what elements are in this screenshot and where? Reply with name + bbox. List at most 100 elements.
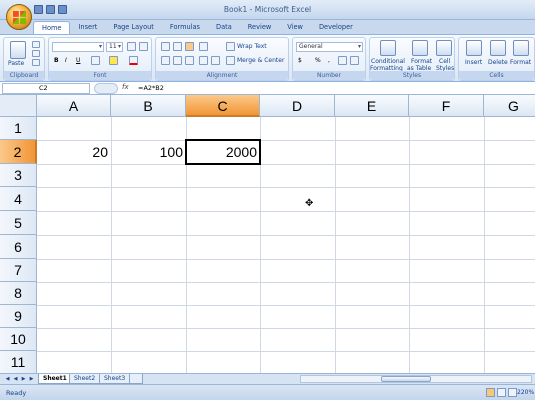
font-color-icon[interactable] — [129, 56, 138, 65]
row-header-8[interactable]: 8 — [0, 282, 37, 305]
shrink-font-icon[interactable] — [139, 42, 148, 51]
column-header-g[interactable]: G — [484, 95, 535, 117]
fill-color-icon[interactable] — [109, 56, 118, 65]
tab-formulas[interactable]: Formulas — [162, 21, 208, 35]
horizontal-scrollbar[interactable] — [300, 375, 532, 383]
first-sheet-icon[interactable]: ◀ — [4, 375, 11, 383]
worksheet-grid[interactable]: A B C D E F G 1 2 3 4 5 6 7 8 9 10 11 20… — [0, 95, 535, 373]
last-sheet-icon[interactable]: ▶ — [28, 375, 35, 383]
format-painter-icon[interactable] — [32, 59, 40, 66]
wrap-text-button[interactable]: Wrap Text — [237, 43, 267, 50]
decrease-indent-icon[interactable] — [199, 56, 208, 65]
borders-icon[interactable] — [91, 56, 100, 65]
status-mode: Ready — [6, 389, 27, 397]
row-header-9[interactable]: 9 — [0, 305, 37, 328]
gridline — [409, 117, 410, 373]
format-cells-icon[interactable] — [513, 40, 529, 56]
font-name-select[interactable] — [52, 42, 104, 52]
merge-center-icon[interactable] — [226, 56, 235, 65]
tab-review[interactable]: Review — [240, 21, 280, 35]
align-middle-icon[interactable] — [173, 42, 182, 51]
column-header-e[interactable]: E — [335, 95, 409, 117]
align-center-icon[interactable] — [173, 56, 182, 65]
increase-indent-icon[interactable] — [211, 56, 220, 65]
align-bottom-icon[interactable] — [185, 42, 194, 51]
number-format-select[interactable]: General — [296, 42, 363, 52]
insert-cells-icon[interactable] — [466, 40, 482, 56]
row-header-11[interactable]: 11 — [0, 351, 37, 373]
column-header-f[interactable]: F — [409, 95, 484, 117]
formula-bar-grip[interactable] — [94, 83, 118, 94]
tab-page-layout[interactable]: Page Layout — [105, 21, 161, 35]
normal-view-icon[interactable] — [486, 388, 495, 397]
name-box[interactable]: C2 — [2, 83, 90, 94]
tab-view[interactable]: View — [279, 21, 311, 35]
office-button[interactable] — [6, 4, 32, 30]
align-top-icon[interactable] — [161, 42, 170, 51]
copy-icon[interactable] — [32, 50, 40, 57]
comma-button[interactable]: , — [328, 57, 330, 64]
row-header-3[interactable]: 3 — [0, 164, 37, 187]
column-header-c[interactable]: C — [186, 95, 260, 117]
increase-decimal-icon[interactable] — [338, 56, 347, 65]
currency-button[interactable]: $ — [298, 57, 302, 64]
merge-center-button[interactable]: Merge & Center — [237, 57, 284, 64]
format-cells-button[interactable]: Format — [510, 59, 531, 66]
underline-button[interactable]: U — [76, 57, 80, 64]
sheet-tab-3[interactable]: Sheet3 — [99, 374, 131, 384]
cells-label: Cells — [459, 71, 534, 80]
sheet-tab-1[interactable]: Sheet1 — [38, 374, 72, 384]
italic-button[interactable]: I — [65, 57, 67, 64]
format-as-table-button[interactable]: Format — [411, 58, 432, 65]
next-sheet-icon[interactable]: ▶ — [20, 375, 27, 383]
font-size-select[interactable]: 11 — [106, 42, 123, 52]
clipboard-group: Paste Clipboard — [3, 37, 45, 81]
row-header-1[interactable]: 1 — [0, 117, 37, 140]
paste-button[interactable]: Paste — [8, 60, 24, 67]
wrap-text-icon[interactable] — [226, 42, 235, 51]
select-all-corner[interactable] — [0, 95, 37, 117]
cut-icon[interactable] — [32, 41, 40, 48]
horizontal-scroll-thumb[interactable] — [381, 376, 431, 382]
zoom-level[interactable]: 220% — [517, 389, 534, 396]
cell-styles-icon[interactable] — [436, 40, 452, 56]
insert-cells-button[interactable]: Insert — [465, 59, 482, 66]
decrease-decimal-icon[interactable] — [350, 56, 359, 65]
sheet-tab-2[interactable]: Sheet2 — [69, 374, 101, 384]
bold-button[interactable]: B — [54, 57, 59, 64]
row-header-7[interactable]: 7 — [0, 259, 37, 282]
row-header-2[interactable]: 2 — [0, 140, 37, 164]
page-layout-view-icon[interactable] — [497, 388, 506, 397]
row-header-6[interactable]: 6 — [0, 235, 37, 259]
orientation-icon[interactable] — [199, 42, 208, 51]
conditional-formatting-button[interactable]: Conditional — [371, 58, 405, 65]
format-as-table-icon[interactable] — [412, 40, 428, 56]
percent-button[interactable]: % — [315, 57, 321, 64]
conditional-formatting-icon[interactable] — [380, 40, 396, 56]
cell-styles-button[interactable]: Cell — [439, 58, 450, 65]
cell-b2[interactable]: 100 — [111, 141, 186, 164]
tab-data[interactable]: Data — [208, 21, 240, 35]
column-header-b[interactable]: B — [111, 95, 186, 117]
page-break-view-icon[interactable] — [508, 388, 517, 397]
delete-cells-icon[interactable] — [490, 40, 506, 56]
paste-icon[interactable] — [10, 41, 26, 59]
tab-insert[interactable]: Insert — [70, 21, 105, 35]
row-header-4[interactable]: 4 — [0, 187, 37, 211]
number-group: General $ % , Number — [292, 37, 366, 81]
row-header-10[interactable]: 10 — [0, 328, 37, 351]
column-header-d[interactable]: D — [260, 95, 335, 117]
row-header-5[interactable]: 5 — [0, 211, 37, 235]
insert-sheet-icon[interactable] — [129, 374, 143, 384]
insert-function-icon[interactable]: fx — [122, 83, 129, 91]
formula-input[interactable]: =A2*B2 — [138, 84, 164, 92]
align-left-icon[interactable] — [161, 56, 170, 65]
column-header-a[interactable]: A — [37, 95, 111, 117]
align-right-icon[interactable] — [185, 56, 194, 65]
cell-a2[interactable]: 20 — [37, 141, 111, 164]
prev-sheet-icon[interactable]: ◀ — [12, 375, 19, 383]
grow-font-icon[interactable] — [127, 42, 136, 51]
tab-developer[interactable]: Developer — [311, 21, 361, 35]
tab-home[interactable]: Home — [33, 21, 71, 35]
delete-cells-button[interactable]: Delete — [488, 59, 508, 66]
